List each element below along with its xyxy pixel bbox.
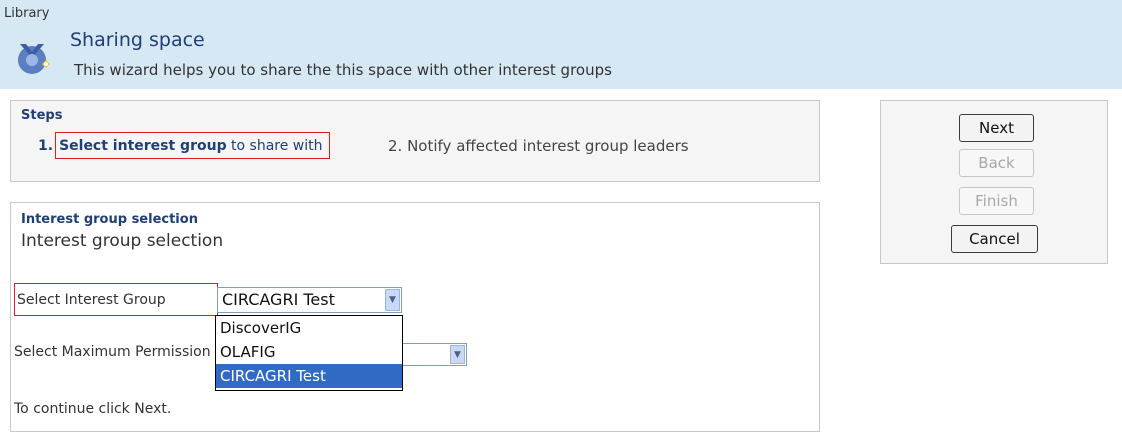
steps-heading: Steps (21, 108, 63, 123)
interest-group-label: Select Interest Group (14, 283, 218, 316)
steps-panel: Steps 1. Select interest group to share … (10, 100, 820, 182)
dropdown-option[interactable]: OLAFIG (216, 340, 402, 364)
continue-instruction: To continue click Next. (14, 401, 172, 417)
step-2: 2. Notify affected interest group leader… (388, 137, 689, 155)
interest-group-selected-value: CIRCAGRI Test (222, 290, 335, 309)
step-1-bold-text: Select interest group (59, 137, 227, 154)
interest-group-selection-panel: Interest group selection Interest group … (10, 202, 820, 432)
wizard-description: This wizard helps you to share the this … (74, 61, 612, 79)
step-1-rest-text: to share with (226, 137, 323, 154)
dropdown-option-selected[interactable]: CIRCAGRI Test (216, 364, 402, 388)
interest-group-dropdown-list: DiscoverIG OLAFIG CIRCAGRI Test (215, 315, 403, 391)
step-1-highlight: Select interest group to share with (55, 132, 330, 159)
page-title: Sharing space (70, 29, 205, 51)
wizard-actions: Next Back Finish Cancel (880, 100, 1108, 264)
interest-group-label-text: Select Interest Group (17, 291, 166, 308)
chevron-down-icon[interactable]: ▼ (450, 345, 465, 364)
panel-heading: Interest group selection (21, 212, 198, 227)
dropdown-option[interactable]: DiscoverIG (216, 316, 402, 340)
next-button[interactable]: Next (959, 114, 1034, 142)
chevron-down-icon[interactable]: ▼ (385, 289, 400, 311)
cancel-button[interactable]: Cancel (951, 225, 1038, 253)
sharing-wizard-icon (18, 44, 50, 74)
step-1-number: 1. (38, 137, 54, 154)
back-button[interactable]: Back (959, 149, 1034, 177)
step-1-current: 1. Select interest group to share with (38, 132, 330, 159)
interest-group-select[interactable]: CIRCAGRI Test ▼ (217, 287, 402, 313)
finish-button[interactable]: Finish (959, 187, 1034, 215)
wizard-header: Library Sharing space This wizard helps … (0, 0, 1122, 89)
max-permission-label: Select Maximum Permission (14, 344, 211, 360)
breadcrumb[interactable]: Library (4, 6, 49, 21)
panel-subtitle: Interest group selection (21, 231, 224, 251)
